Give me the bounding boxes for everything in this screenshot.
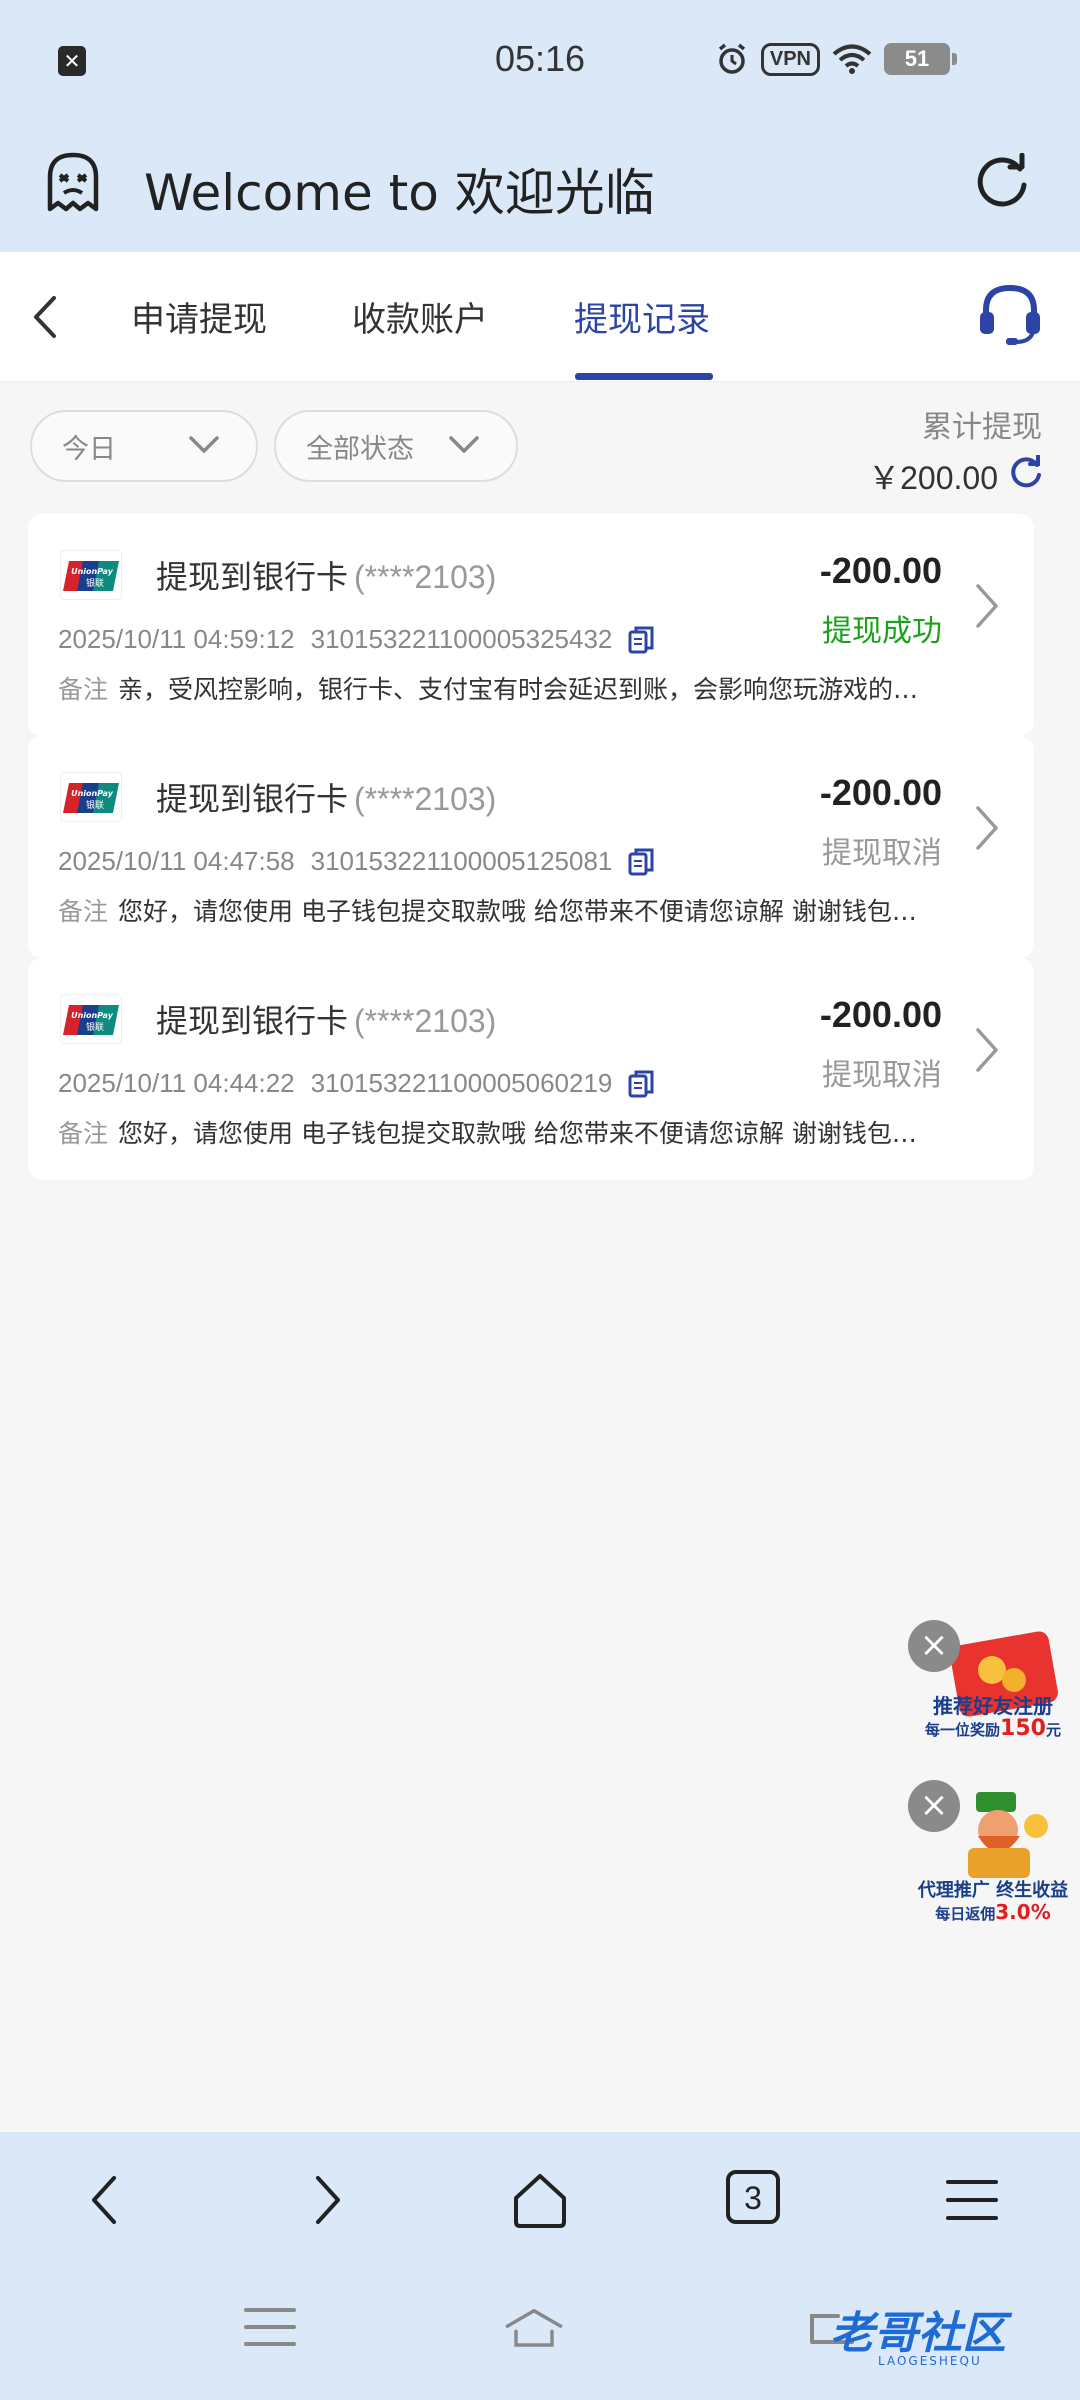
record-account: (****2103) [354, 559, 497, 595]
record-note: 您好，请您使用 电子钱包提交取款哦 给您带来不便请您谅解 谢谢钱包… [118, 897, 917, 926]
record-order-no: 310153221100005060219 [310, 1068, 613, 1098]
copy-icon[interactable] [628, 1070, 654, 1098]
record-amount: -200.00 [819, 772, 942, 813]
unionpay-logo-icon: UnionPay 银联 [60, 550, 122, 600]
promo-1-suffix: 元 [1045, 1721, 1061, 1739]
promo-2-line1: 代理推广 终生收益 [917, 1880, 1069, 1901]
unionpay-logo-icon: UnionPay 银联 [60, 772, 122, 822]
total-refresh-icon[interactable] [1008, 455, 1044, 491]
wifi-icon [832, 44, 872, 74]
unionpay-logo-icon: UnionPay 银联 [60, 994, 122, 1044]
copy-icon[interactable] [628, 626, 654, 654]
record-note: 您好，请您使用 电子钱包提交取款哦 给您带来不便请您谅解 谢谢钱包… [118, 1119, 917, 1148]
copy-icon[interactable] [628, 848, 654, 876]
active-tab-indicator [575, 373, 713, 380]
referral-promo[interactable]: × 推荐好友注册 每一位奖励150元 [908, 1620, 1074, 1780]
record-amount: -200.00 [819, 994, 942, 1035]
menu-icon[interactable] [942, 2170, 1002, 2230]
watermark-sub: LAOGESHEQU [878, 2354, 982, 2368]
record-note-label: 备注 [58, 897, 109, 926]
record-status: 提现取消 [822, 836, 942, 871]
battery-icon: 51 [884, 43, 957, 75]
date-filter-value: 今日 [62, 433, 116, 465]
date-filter-dropdown[interactable]: 今日 [30, 410, 258, 482]
chevron-down-icon [449, 436, 479, 453]
back-icon[interactable] [78, 2170, 138, 2230]
svg-text:银联: 银联 [86, 799, 104, 811]
record-account: (****2103) [354, 781, 497, 817]
alarm-icon [718, 43, 745, 74]
mascot-icon [968, 1792, 1048, 1878]
record-amount: -200.00 [819, 550, 942, 591]
chevron-down-icon [189, 436, 219, 453]
close-icon[interactable]: × [908, 1780, 960, 1832]
refresh-icon[interactable] [972, 153, 1032, 213]
agent-promo[interactable]: × 代理推广 终生收益 每日返佣3.0% [908, 1780, 1074, 1940]
record-status: 提现成功 [822, 614, 942, 649]
vpn-badge: VPN [760, 42, 820, 76]
tab-header: 申请提现 收款账户 提现记录 [0, 252, 1080, 382]
record-time: 2025/10/11 04:44:22 [58, 1068, 295, 1098]
total-withdraw-value: ￥200.00 [868, 460, 998, 496]
status-icons: VPN 51 [715, 42, 957, 76]
tab-apply-withdraw[interactable]: 申请提现 [131, 292, 267, 341]
forward-icon[interactable] [294, 2170, 354, 2230]
chevron-right-icon [976, 1028, 998, 1072]
ghost-icon[interactable] [42, 151, 104, 213]
record-time: 2025/10/11 04:59:12 [58, 624, 295, 654]
withdraw-record-card[interactable]: UnionPay 银联 提现到银行卡 (****2103) -200.00 提现取… [28, 736, 1034, 958]
withdraw-record-card[interactable]: UnionPay 银联 提现到银行卡 (****2103) -200.00 提现成… [28, 514, 1034, 736]
record-title: 提现到银行卡 [156, 558, 349, 596]
total-withdraw-label: 累计提现 [922, 410, 1042, 445]
record-note: 亲，受风控影响，银行卡、支付宝有时会延迟到账，会影响您玩游戏的… [118, 675, 919, 704]
page-title: Welcome to 欢迎光临 [144, 164, 655, 222]
record-time: 2025/10/11 04:47:58 [58, 846, 295, 876]
system-home-icon[interactable] [504, 2302, 564, 2352]
record-status: 提现取消 [822, 1058, 942, 1093]
chevron-right-icon [976, 584, 998, 628]
svg-text:UnionPay: UnionPay [71, 789, 114, 798]
home-icon[interactable] [510, 2170, 570, 2230]
system-recents-icon[interactable] [240, 2302, 300, 2352]
withdraw-record-card[interactable]: UnionPay 银联 提现到银行卡 (****2103) -200.00 提现取… [28, 958, 1034, 1180]
status-bar: ✕ 05:16 VPN 51 [0, 0, 1080, 125]
customer-service-icon[interactable] [976, 282, 1044, 346]
chevron-right-icon [976, 806, 998, 850]
browser-bottom-nav: 3 老哥社区 LAOGESHEQU [0, 2132, 1080, 2400]
promo-1-line2: 每一位奖励 [925, 1721, 1001, 1739]
record-title: 提现到银行卡 [156, 1002, 349, 1040]
browser-top-area: ✕ 05:16 VPN 51 Welcome to 欢迎光临 [0, 0, 1080, 252]
promo-1-line1: 推荐好友注册 [933, 1694, 1053, 1718]
svg-text:UnionPay: UnionPay [71, 1011, 114, 1020]
tab-payee-account[interactable]: 收款账户 [352, 292, 488, 341]
back-chevron-icon[interactable] [26, 294, 66, 340]
tabs-count-button[interactable]: 3 [726, 2170, 780, 2224]
promo-2-line2: 每日返佣 [935, 1905, 996, 1923]
status-filter-dropdown[interactable]: 全部状态 [274, 410, 518, 482]
record-order-no: 310153221100005125081 [310, 846, 613, 876]
record-order-no: 31015322110000532543​2 [310, 624, 613, 654]
watermark-logo: 老哥社区 [830, 2308, 1006, 2359]
promo-1-highlight: 150 [1000, 1716, 1046, 1741]
record-note-label: 备注 [58, 1119, 109, 1148]
svg-text:银联: 银联 [86, 577, 104, 589]
svg-text:银联: 银联 [86, 1021, 104, 1033]
browser-title-bar: Welcome to 欢迎光临 [0, 125, 1080, 252]
record-account: (****2103) [354, 1003, 497, 1039]
record-title: 提现到银行卡 [156, 780, 349, 818]
record-note-label: 备注 [58, 675, 109, 704]
status-filter-value: 全部状态 [306, 433, 414, 465]
tab-withdraw-records[interactable]: 提现记录 [574, 292, 710, 341]
svg-text:UnionPay: UnionPay [71, 567, 114, 576]
close-icon[interactable]: × [908, 1620, 960, 1672]
promo-2-highlight: 3.0% [995, 1900, 1051, 1924]
